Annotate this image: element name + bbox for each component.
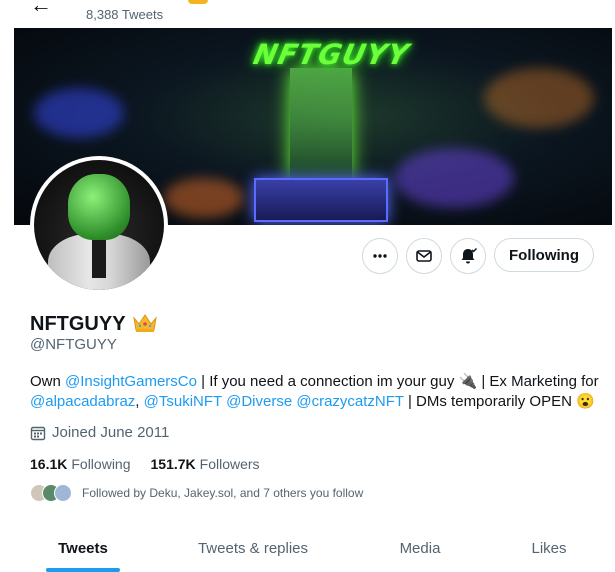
- tab-likes[interactable]: Likes: [522, 524, 576, 572]
- profile-header-bar: ← 8,388 Tweets: [0, 0, 615, 28]
- banner-hologram: [290, 68, 352, 178]
- active-tab-indicator: [46, 568, 120, 572]
- bio-text: | If you need a connection im your guy 🔌…: [196, 373, 599, 390]
- tweet-count: 8,388 Tweets: [86, 7, 164, 22]
- more-options-button[interactable]: [362, 238, 398, 274]
- tab-media[interactable]: Media: [390, 524, 450, 572]
- bio-text: ,: [135, 393, 144, 410]
- joined-date: Joined June 2011: [30, 424, 169, 441]
- avatar-tie: [92, 238, 106, 278]
- bio-text: Own: [30, 373, 66, 390]
- following-label: Following: [71, 456, 131, 472]
- banner-chip: [254, 178, 388, 222]
- more-dots-icon: [373, 254, 387, 258]
- bell-check-icon: [461, 247, 478, 264]
- avatar-head: [68, 174, 130, 240]
- followers-label: Followers: [199, 456, 260, 472]
- back-arrow-icon[interactable]: ←: [30, 0, 52, 16]
- crown-icon: [133, 314, 157, 332]
- crown-icon-partial: [188, 0, 208, 4]
- profile-avatar[interactable]: [30, 156, 168, 294]
- following-count-link[interactable]: 16.1K Following: [30, 456, 131, 472]
- mention-link[interactable]: @InsightGamersCo: [65, 373, 197, 390]
- banner-light: [34, 88, 124, 138]
- mention-link[interactable]: @Diverse: [226, 393, 292, 410]
- joined-text: Joined June 2011: [52, 424, 170, 441]
- mention-link[interactable]: @crazycatzNFT: [296, 393, 403, 410]
- following-count: 16.1K: [30, 456, 68, 472]
- followed-by-row[interactable]: Followed by Deku, Jakey.sol, and 7 other…: [30, 484, 363, 502]
- tab-label: Likes: [531, 539, 567, 557]
- follow-counts: 16.1K Following 151.7K Followers: [30, 456, 280, 472]
- banner-logo: NFTGUYY: [250, 38, 413, 71]
- avatar: [54, 484, 72, 502]
- envelope-icon: [416, 250, 432, 262]
- display-name: NFTGUYY: [30, 313, 126, 335]
- profile-bio: Own @InsightGamersCo | If you need a con…: [30, 372, 600, 412]
- message-button[interactable]: [406, 238, 442, 274]
- profile-tabs: Tweets Tweets & replies Media Likes: [0, 524, 615, 572]
- followers-count-link[interactable]: 151.7K Followers: [151, 456, 260, 472]
- tab-tweets[interactable]: Tweets: [46, 524, 120, 572]
- followed-by-text: Followed by Deku, Jakey.sol, and 7 other…: [82, 486, 364, 500]
- profile-handle: @NFTGUYY: [30, 336, 117, 353]
- notifications-button[interactable]: [450, 238, 486, 274]
- followers-count: 151.7K: [150, 456, 196, 472]
- mention-link[interactable]: @TsukiNFT: [144, 393, 222, 410]
- tab-tweets-replies[interactable]: Tweets & replies: [190, 524, 316, 572]
- banner-light: [484, 68, 594, 128]
- mention-link[interactable]: @alpacadabraz: [30, 393, 135, 410]
- tab-label: Tweets & replies: [197, 539, 309, 557]
- following-button[interactable]: Following: [494, 238, 594, 272]
- avatar-image: [34, 160, 164, 290]
- banner-light: [164, 178, 244, 218]
- banner-light: [394, 148, 514, 208]
- tab-label: Media: [399, 539, 441, 557]
- tab-label: Tweets: [58, 539, 108, 557]
- calendar-icon: [30, 426, 46, 440]
- bio-text: | DMs temporarily OPEN 😮: [403, 393, 595, 410]
